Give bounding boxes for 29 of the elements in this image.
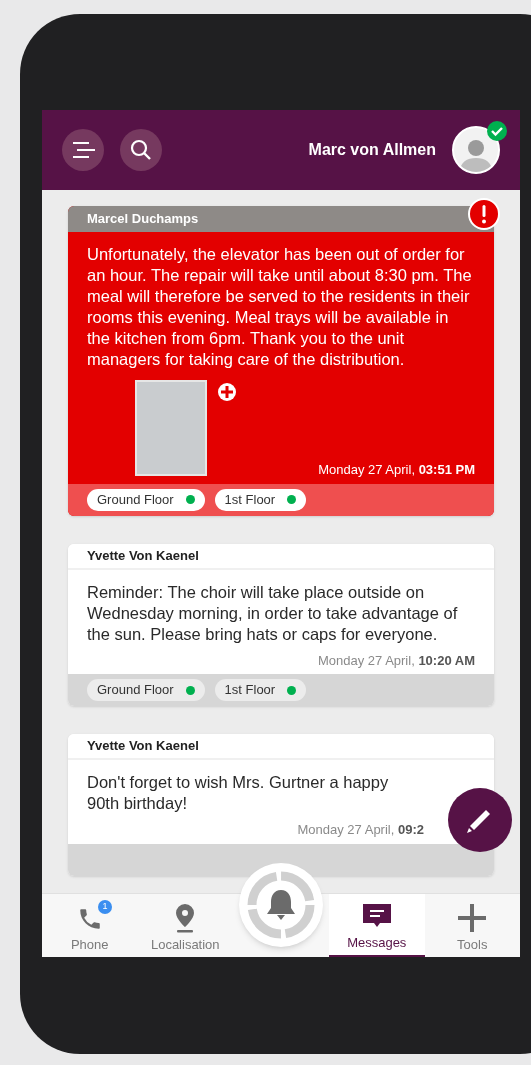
- floor-tag[interactable]: Ground Floor: [87, 488, 205, 511]
- nav-tab[interactable]: Tools: [424, 894, 520, 957]
- message-text: Don't forget to wish Mrs. Gurtner a happy 90th birthday!: [87, 772, 390, 814]
- plus-icon: [457, 902, 488, 933]
- count-badge: 1: [98, 900, 112, 914]
- avatar[interactable]: [452, 126, 500, 174]
- floor-tag[interactable]: 1st Floor: [214, 679, 307, 701]
- message-text: Unfortunately, the elevator has been out of order for an hour. The repair will take until about 8:30 pm. The meal will therefore be served to the residents in their rooms this evening. Meal trays will be available in the kitchen from 6pm. Thank you to the unit managers for taking care of the distribution.: [87, 244, 473, 370]
- floor-tag[interactable]: 1st Floor: [214, 488, 307, 511]
- map-pin-icon: [174, 902, 197, 933]
- menu-button[interactable]: [62, 129, 104, 171]
- nav-tab[interactable]: Messages: [329, 894, 425, 957]
- alert-icon: [468, 198, 500, 230]
- search-button[interactable]: [120, 129, 162, 171]
- floor-tag[interactable]: Ground Floor: [87, 679, 205, 701]
- timestamp: Monday 27 April, 10:20 AM: [317, 651, 475, 670]
- plus-circle-icon[interactable]: [217, 382, 237, 402]
- author-name: Marcel Duchamps: [68, 206, 494, 232]
- timestamp: Monday 27 April, 09:2: [297, 821, 424, 839]
- menu-icon: [71, 140, 95, 160]
- message-text: Reminder: The choir will take place outside on Wednesday morning, in order to take advantage of the sun. Please bring hats or caps for everyone.: [87, 581, 459, 645]
- nav-tab[interactable]: Phone 1: [42, 894, 138, 957]
- user-name: Marc von Allmen: [308, 140, 436, 160]
- timestamp: Monday 27 April, 03:51 PM: [318, 461, 475, 479]
- author-name: Yvette Von Kaenel: [68, 734, 494, 760]
- author-name: Yvette Von Kaenel: [68, 543, 494, 570]
- bell-icon: [246, 870, 316, 940]
- search-icon: [130, 139, 152, 161]
- nav-tab[interactable]: Localisation: [137, 894, 233, 957]
